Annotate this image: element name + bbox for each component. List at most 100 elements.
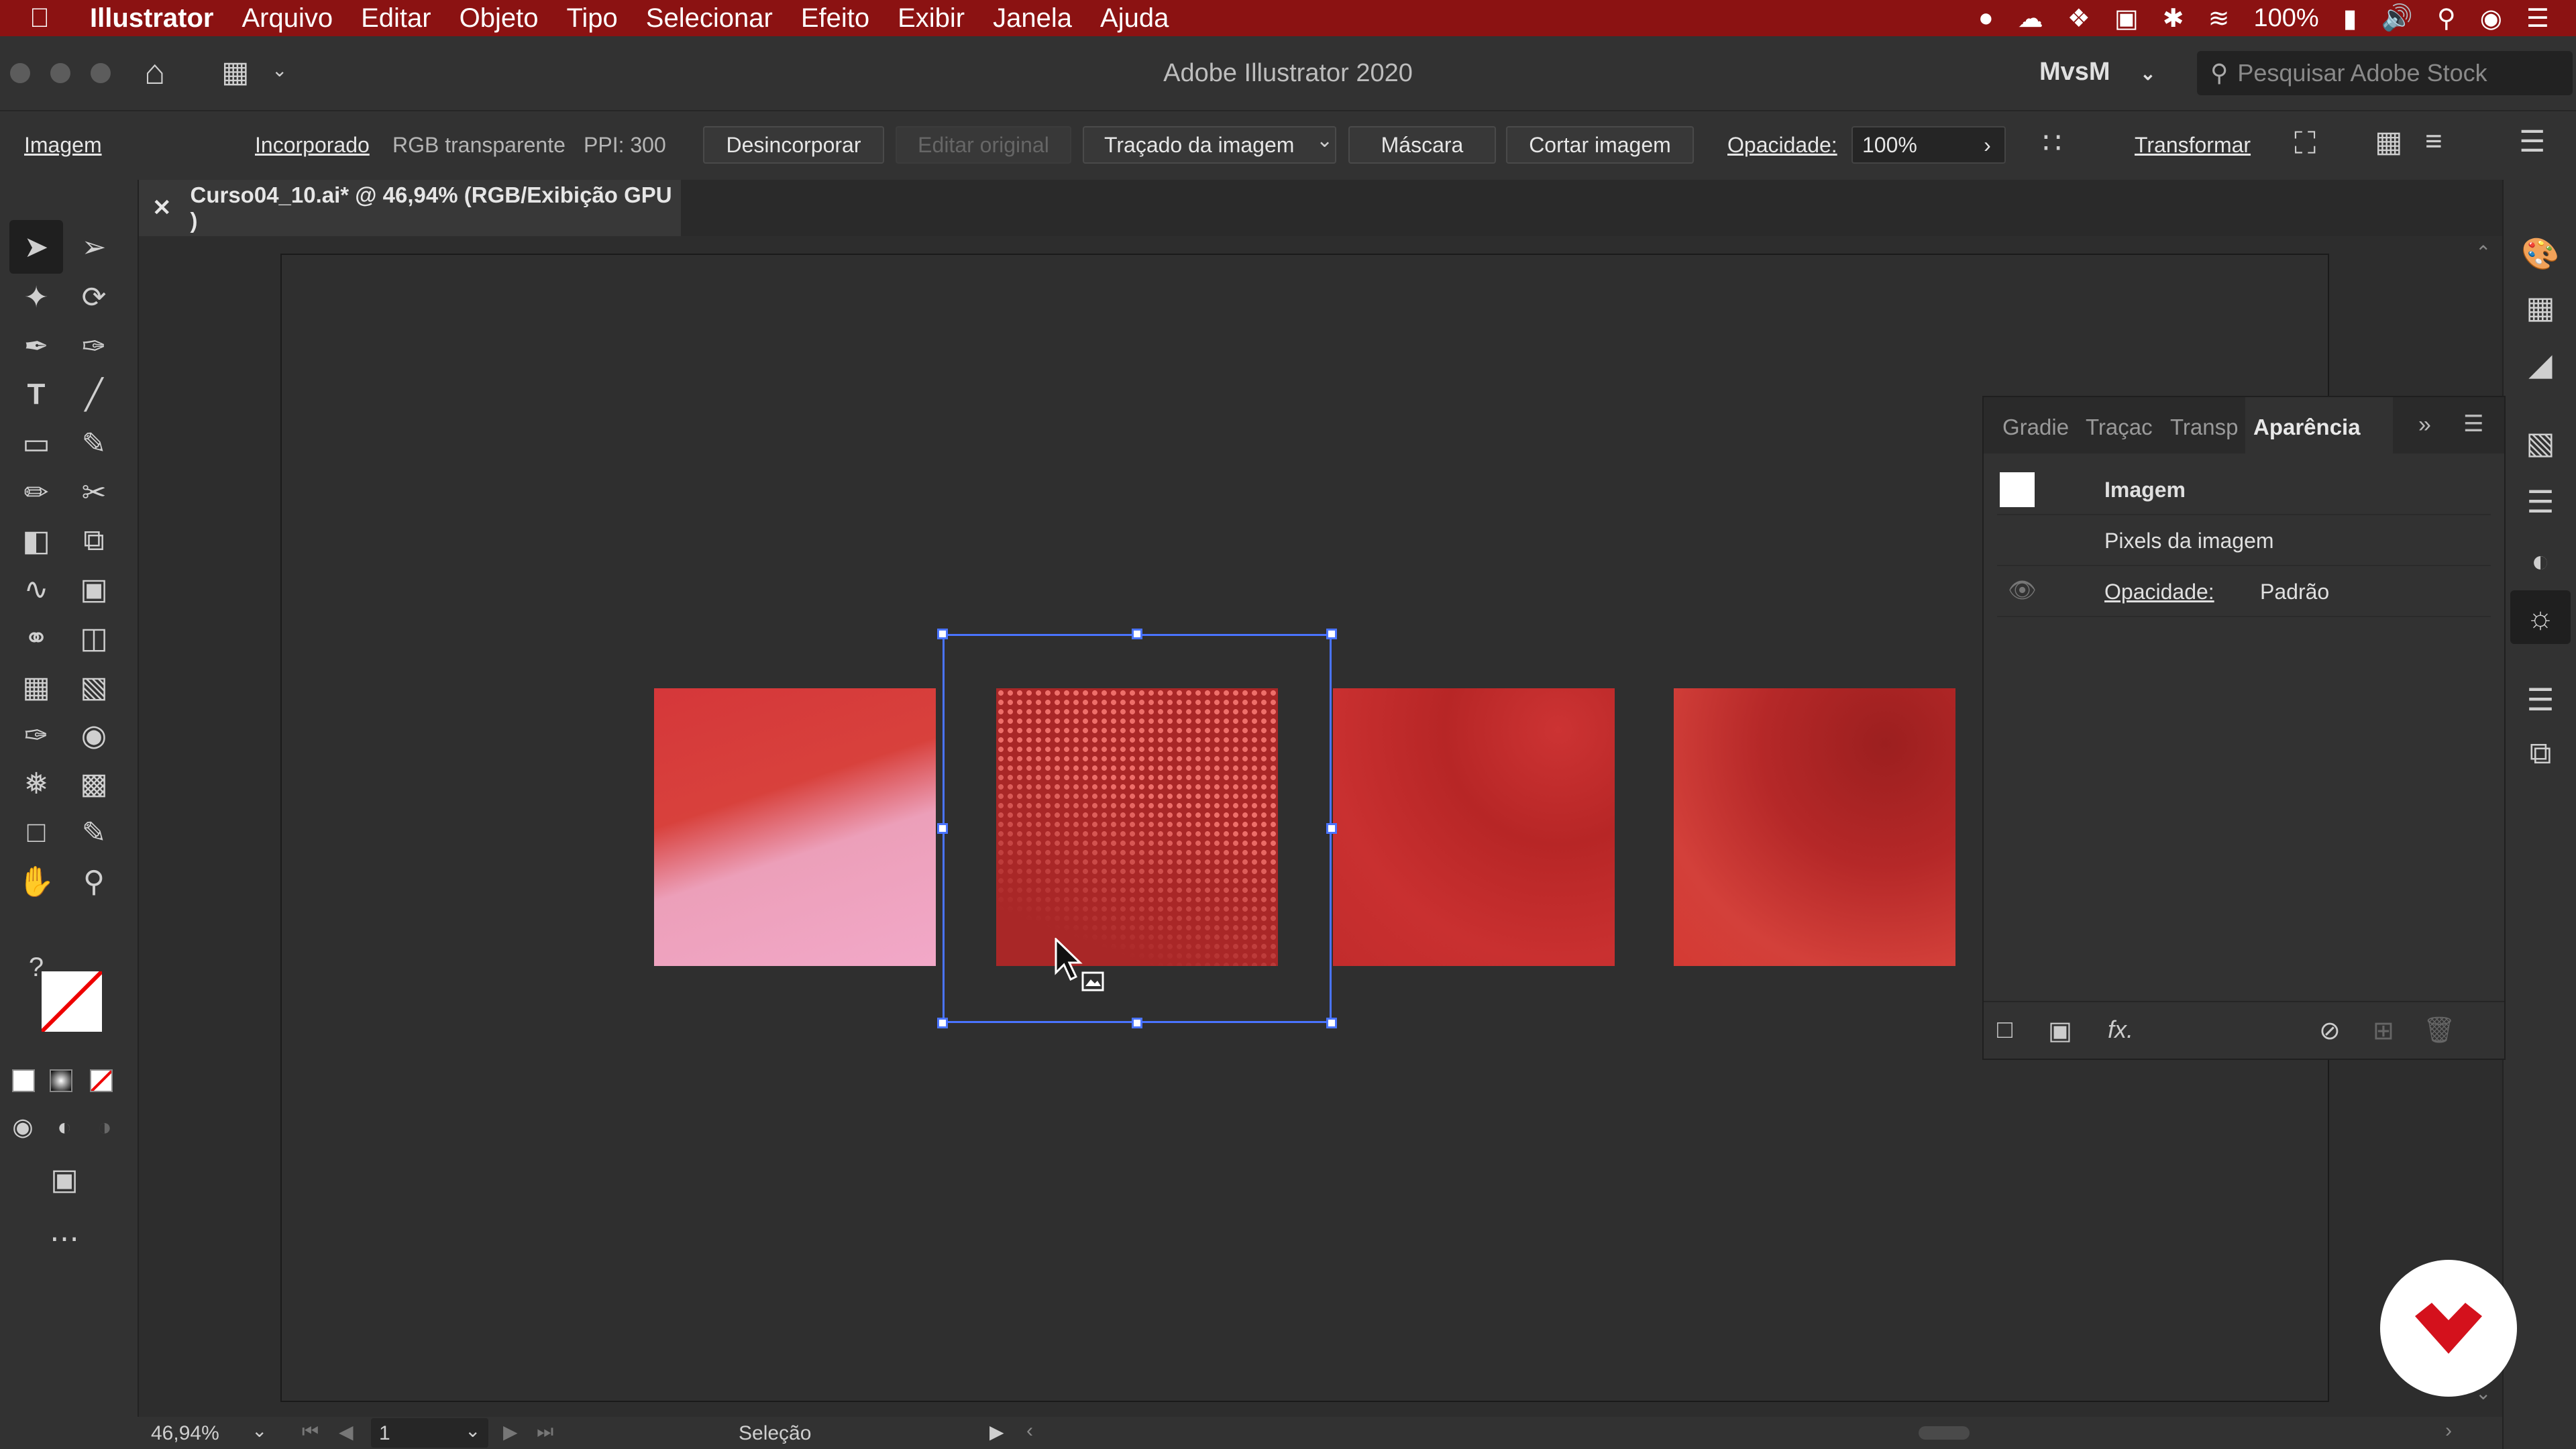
duplicate-item-icon[interactable]: ⊞ (2373, 1016, 2394, 1046)
pen-tool-icon[interactable]: ✒ (16, 326, 56, 366)
crop-image-button[interactable]: Cortar imagem (1506, 126, 1694, 164)
unembed-button[interactable]: Desincorporar (703, 126, 884, 164)
close-tab-icon[interactable]: ✕ (152, 195, 172, 221)
handle-top-left[interactable] (937, 629, 948, 639)
shape-builder-tool-icon[interactable]: ⚭ (16, 618, 56, 658)
creative-cloud-icon[interactable]: ☁ (2018, 3, 2043, 34)
eyedropper-tool-icon[interactable]: ✑ (16, 715, 56, 755)
menu-efeito[interactable]: Efeito (801, 3, 869, 34)
volume-icon[interactable]: 🔊 (2381, 3, 2413, 33)
last-artboard-icon[interactable]: ⏭ (537, 1421, 553, 1443)
none-mode-icon[interactable] (90, 1069, 113, 1092)
dropbox-icon[interactable]: ❖ (2068, 3, 2090, 34)
horizontal-scrollbar[interactable] (1114, 1426, 2388, 1440)
menu-tipo[interactable]: Tipo (566, 3, 617, 34)
visibility-eye-icon[interactable]: 👁 (2008, 577, 2037, 604)
layers-icon[interactable]: ☰ (2504, 673, 2576, 727)
menu-app-name[interactable]: Illustrator (90, 3, 213, 34)
isolate-icon[interactable]: ⛶ (2294, 125, 2316, 162)
handle-bottom-center[interactable] (1132, 1018, 1142, 1028)
rectangle-tool-icon[interactable]: ▭ (16, 423, 56, 464)
blend-tool-icon[interactable]: ◉ (74, 715, 114, 755)
screen-share-icon[interactable]: ▣ (2114, 3, 2139, 34)
arrange-icon[interactable]: ▦ (2375, 125, 2403, 159)
transparency-panel-icon[interactable]: ◐ (2504, 534, 2576, 588)
column-graph-tool-icon[interactable]: ▩ (74, 763, 114, 804)
spotlight-search-icon[interactable]: ⚲ (2437, 3, 2456, 34)
scroll-right-icon[interactable]: › (2445, 1419, 2452, 1442)
document-tab[interactable]: ✕ Curso04_10.ai* @ 46,94% (RGB/Exibição … (138, 180, 681, 236)
warp-tool-icon[interactable]: ∿ (16, 569, 56, 609)
appearance-opacity-row[interactable]: 👁 Opacidade: Padrão (1997, 566, 2491, 617)
handle-top-right[interactable] (1326, 629, 1337, 639)
slice-tool-icon[interactable]: ✎ (74, 812, 114, 853)
next-artboard-icon[interactable]: ▶ (503, 1421, 518, 1443)
gradient-image-thumbnail[interactable] (654, 688, 936, 966)
handle-middle-left[interactable] (937, 823, 948, 834)
curvature-tool-icon[interactable]: ✑ (74, 326, 114, 366)
add-effect-icon[interactable]: fx. (2108, 1016, 2133, 1044)
status-menu-arrow-icon[interactable]: ▶ (989, 1421, 1004, 1443)
magic-wand-tool-icon[interactable]: ✦ (16, 277, 56, 317)
scale-tool-icon[interactable]: ⧉ (74, 521, 114, 561)
edit-original-button[interactable]: Editar original (896, 126, 1071, 164)
fill-stroke-swatches[interactable] (42, 971, 106, 1036)
panel-options-icon[interactable]: ☰ (2463, 411, 2483, 437)
opacity-label[interactable]: Opacidade: (1727, 133, 1837, 158)
record-icon[interactable]: ● (1978, 4, 1994, 33)
adobe-stock-search-input[interactable]: ⚲ Pesquisar Adobe Stock (2197, 51, 2573, 95)
tab-transparency[interactable]: Transp (2170, 415, 2238, 440)
menu-exibir[interactable]: Exibir (898, 3, 965, 34)
notification-center-icon[interactable]: ☰ (2526, 3, 2549, 34)
transform-link[interactable]: Transformar (2135, 133, 2251, 158)
type-tool-icon[interactable]: T (16, 374, 56, 415)
handle-bottom-right[interactable] (1326, 1018, 1337, 1028)
menu-objeto[interactable]: Objeto (460, 3, 539, 34)
perspective-grid-tool-icon[interactable]: ◫ (74, 618, 114, 658)
wifi-icon[interactable]: ≋ (2208, 3, 2230, 34)
appearance-pixels-row[interactable]: Pixels da imagem (1997, 515, 2491, 566)
scroll-up-icon[interactable]: ⌃ (2475, 241, 2491, 264)
reflect-tool-icon[interactable]: ◧ (16, 521, 56, 561)
gradient-tool-icon[interactable]: ▧ (74, 667, 114, 707)
delete-item-icon[interactable]: 🗑 (2423, 1016, 2455, 1045)
opacity-chevron-right-icon[interactable]: › (1969, 126, 2006, 164)
scissors-tool-icon[interactable]: ✂ (74, 472, 114, 513)
apple-icon[interactable]:  (30, 3, 50, 34)
collapse-panel-icon[interactable]: » (2418, 412, 2431, 438)
gradient-panel-icon[interactable]: ▧ (2504, 416, 2576, 470)
lasso-tool-icon[interactable]: ⟳ (74, 277, 114, 317)
hand-tool-icon[interactable]: ✋ (16, 861, 56, 902)
color-guide-icon[interactable]: 🎨 (2504, 227, 2576, 280)
free-transform-tool-icon[interactable]: ▣ (74, 569, 114, 609)
swatches-icon[interactable]: ▦ (2504, 280, 2576, 334)
previous-artboard-icon[interactable]: ◀ (339, 1421, 354, 1443)
symbol-sprayer-tool-icon[interactable]: ❅ (16, 763, 56, 804)
bluetooth-icon[interactable]: ✱ (2163, 3, 2184, 34)
tab-appearance[interactable]: Aparência (2253, 415, 2361, 440)
draw-inside-icon[interactable]: ◑ (85, 1107, 125, 1147)
menu-editar[interactable]: Editar (361, 3, 431, 34)
menu-arquivo[interactable]: Arquivo (241, 3, 333, 34)
image-trace-button[interactable]: Traçado da imagem (1083, 126, 1336, 164)
align-grid-icon[interactable]: ∷ (2043, 126, 2061, 160)
stroke-panel-icon[interactable]: ☰ (2504, 475, 2576, 529)
siri-icon[interactable]: ◉ (2480, 3, 2502, 34)
zoom-dropdown-icon[interactable]: ⌄ (252, 1419, 267, 1442)
workspace-switcher[interactable]: MvsM ⌄ (2039, 58, 2156, 87)
mesh-tool-icon[interactable]: ▦ (16, 667, 56, 707)
line-tool-icon[interactable]: ╱ (74, 374, 114, 415)
selection-tool-icon[interactable]: ➤ (16, 227, 56, 267)
add-new-fill-icon[interactable]: ▣ (2048, 1016, 2072, 1046)
menu-janela[interactable]: Janela (993, 3, 1072, 34)
paintbrush-tool-icon[interactable]: ✎ (74, 423, 114, 464)
chevron-down-icon[interactable]: ⌄ (1316, 129, 1333, 152)
draw-behind-icon[interactable]: ◐ (44, 1107, 85, 1147)
zoom-tool-icon[interactable]: ⚲ (74, 861, 114, 902)
menu-ajuda[interactable]: Ajuda (1100, 3, 1169, 34)
clear-appearance-icon[interactable]: ⊘ (2319, 1016, 2341, 1046)
draw-normal-icon[interactable]: ◉ (3, 1107, 43, 1147)
object-type-label[interactable]: Imagem (24, 133, 102, 158)
color-mode-icon[interactable] (12, 1069, 35, 1092)
add-new-stroke-icon[interactable]: □ (1997, 1016, 2012, 1044)
